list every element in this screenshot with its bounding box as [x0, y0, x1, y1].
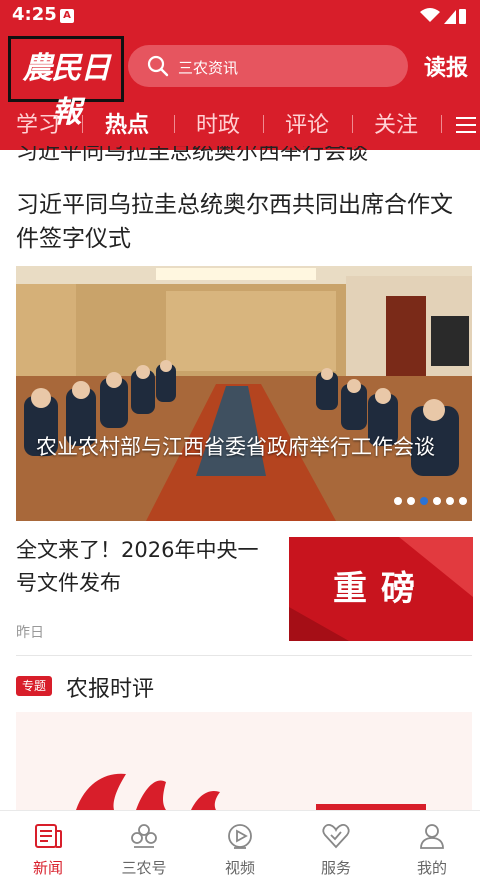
topic-badge: 专题 [16, 676, 52, 696]
tab-divider [263, 115, 264, 133]
nav-label: 服务 [320, 859, 351, 877]
tab-divider [174, 115, 175, 133]
news-icon [35, 824, 62, 848]
news-item-time: 昨日 [16, 625, 44, 641]
sannong-icon [131, 824, 157, 848]
tab-politics[interactable]: 时政 [196, 107, 240, 139]
tab-study[interactable]: 学习 [16, 107, 60, 139]
carousel-dot [446, 497, 454, 505]
banner-photo [16, 266, 472, 521]
nav-sannong[interactable]: 三农号 [96, 811, 192, 885]
carousel-dot [433, 497, 441, 505]
nav-video[interactable]: 视频 [192, 811, 288, 885]
nav-label: 视频 [224, 859, 255, 877]
news-item-partial[interactable]: 习近平同乌拉圭总统奥尔西举行会谈 [16, 146, 476, 164]
topic-title[interactable]: 农报时评 [66, 671, 154, 703]
news-headline[interactable]: 习近平同乌拉圭总统奥尔西共同出席合作文件签字仪式 [16, 188, 468, 256]
nav-label: 我的 [416, 859, 447, 877]
banner-carousel[interactable]: 农业农村部与江西省委省政府举行工作会谈 [16, 266, 472, 521]
menu-icon[interactable] [456, 117, 476, 133]
thumbnail-text: 重磅 [333, 569, 429, 609]
video-icon [228, 824, 252, 849]
nav-news[interactable]: 新闻 [0, 811, 96, 885]
tab-comment[interactable]: 评论 [285, 107, 329, 139]
search-placeholder: 三农资讯 [178, 59, 239, 77]
topic-image[interactable] [16, 712, 472, 810]
status-time: 4:25 [12, 4, 57, 25]
section-divider [16, 655, 472, 656]
logo: 農民日報 [8, 36, 124, 130]
category-tabs: 学习 热点 时政 评论 关注 [0, 105, 480, 141]
tab-divider [82, 115, 83, 133]
search-icon [147, 55, 169, 77]
tab-divider [441, 115, 442, 133]
tab-divider [352, 115, 353, 133]
nav-profile[interactable]: 我的 [384, 811, 480, 885]
topic-artwork [76, 773, 426, 810]
profile-icon [420, 824, 444, 849]
search-bar[interactable]: 三农资讯 [128, 45, 408, 87]
news-title: 习近平同乌拉圭总统奥尔西举行会谈 [16, 146, 369, 164]
carousel-indicator [394, 497, 472, 507]
nav-service[interactable]: 服务 [288, 811, 384, 885]
app-header: 4:25 A 農民日報 三农资讯 读报 学习 热点 时政 评论 关注 [0, 0, 480, 150]
tab-focus[interactable]: 关注 [374, 107, 418, 139]
carousel-dot-active [420, 497, 428, 505]
bottom-navigation: 新闻 三农号 视频 服务 我的 [0, 810, 480, 885]
carousel-dot [459, 497, 467, 505]
news-item-thumbnail[interactable]: 重磅 [289, 537, 473, 641]
nav-label: 新闻 [32, 859, 63, 877]
tab-hot[interactable]: 热点 [105, 107, 149, 139]
read-paper-button[interactable]: 读报 [424, 50, 468, 82]
banner-caption: 农业农村部与江西省委省政府举行工作会谈 [36, 435, 435, 459]
signal-battery-icon [420, 8, 466, 24]
carousel-dot [407, 497, 415, 505]
status-bar: 4:25 A [0, 0, 480, 32]
service-icon [322, 824, 350, 849]
nav-label: 三农号 [121, 859, 167, 877]
news-item-title[interactable]: 全文来了！2026年中央一号文件发布 [16, 534, 270, 600]
carousel-dot [394, 497, 402, 505]
notification-icon: A [60, 9, 74, 23]
